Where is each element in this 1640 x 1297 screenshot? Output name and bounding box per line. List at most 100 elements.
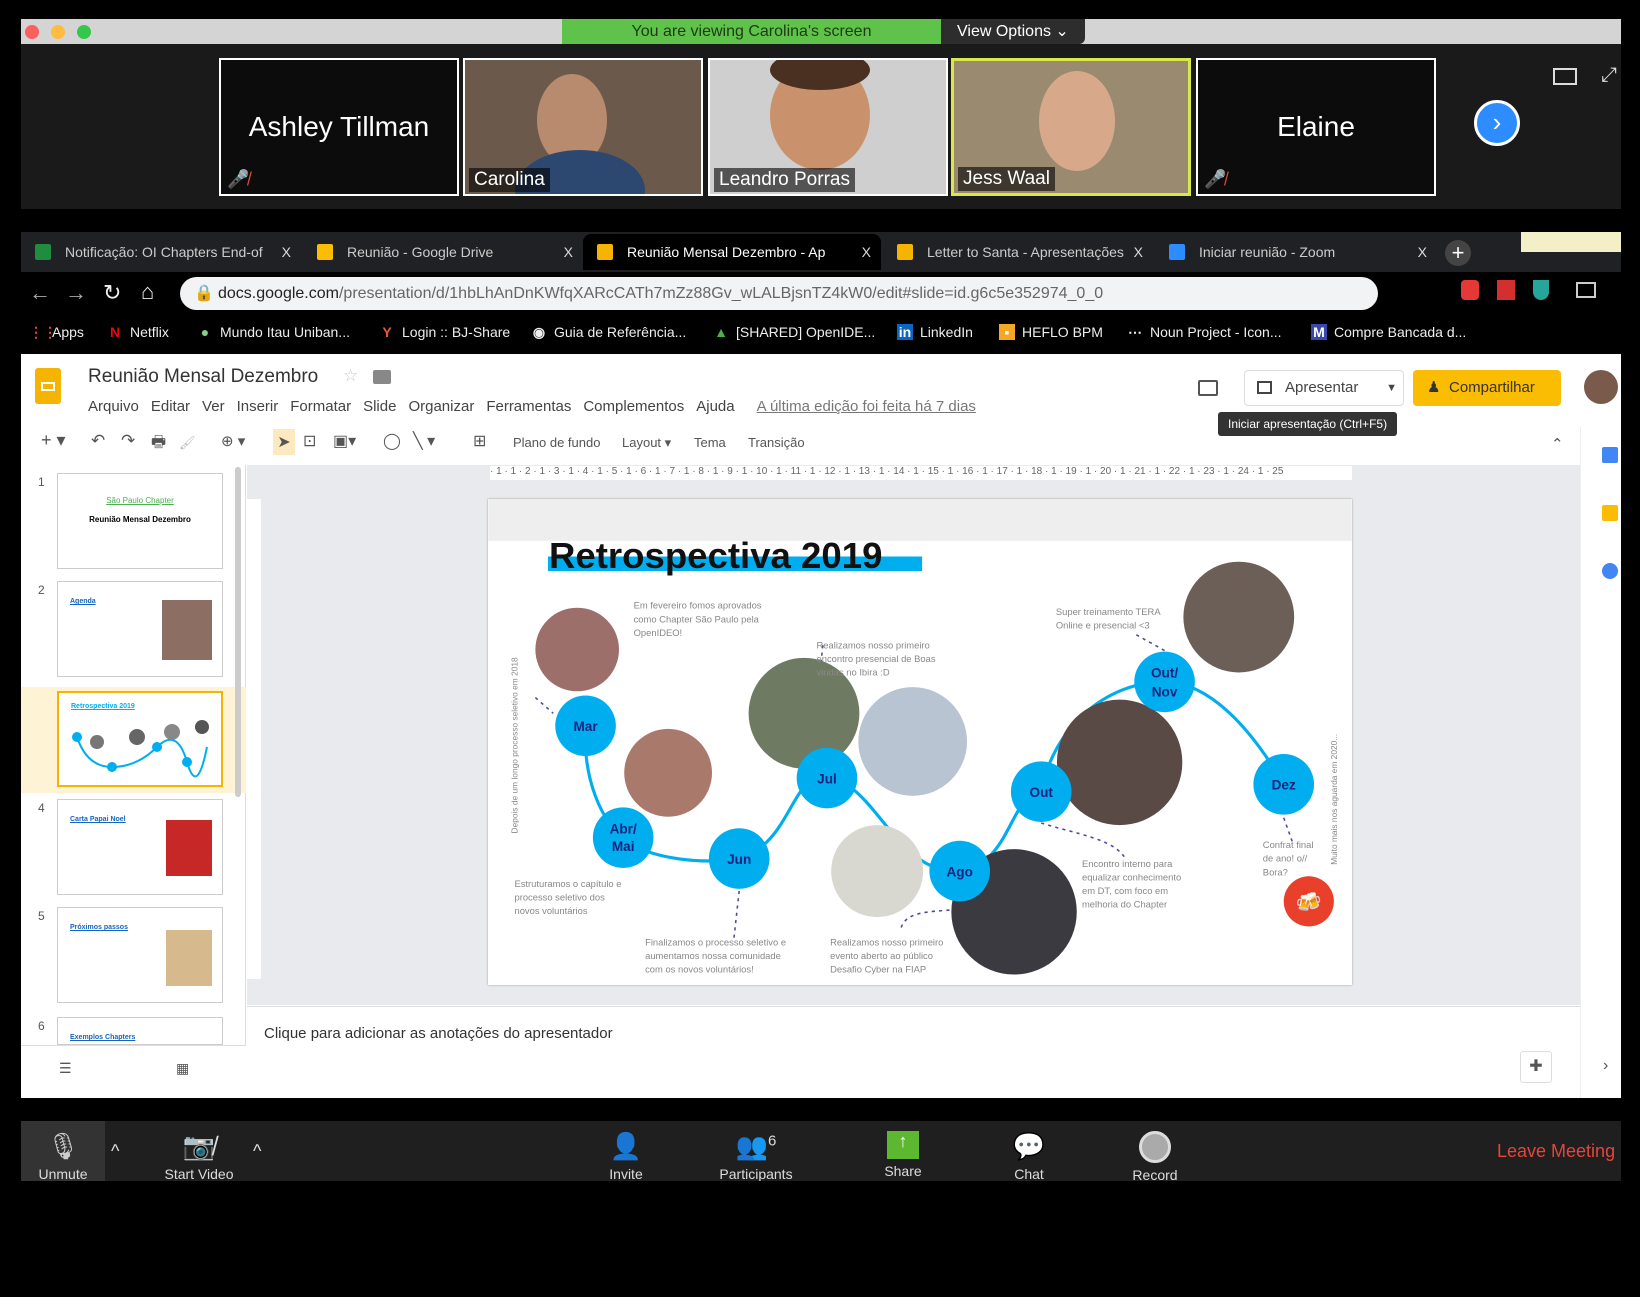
expand-panel-icon[interactable]: › (1603, 1057, 1608, 1075)
menu-ver[interactable]: Ver (202, 398, 225, 415)
bookmark-linkedin[interactable]: in LinkedIn (897, 324, 973, 340)
grid-view-icon[interactable]: ▦ (176, 1060, 189, 1077)
bookmark-itau[interactable]: ● Mundo Itau Uniban... (197, 324, 350, 340)
thumbnail-slide-2[interactable]: Agenda (57, 581, 223, 677)
participant-tile[interactable]: Carolina (463, 58, 703, 196)
unmute-button[interactable]: 🎙 Unmute (21, 1121, 105, 1182)
menu-ferramentas[interactable]: Ferramentas (486, 398, 571, 415)
share-screen-button[interactable]: ↑ Share (863, 1131, 943, 1179)
notes-placeholder[interactable]: Clique para adicionar as anotações do ap… (264, 1025, 613, 1042)
folder-icon[interactable] (373, 370, 391, 384)
maximize-window-button[interactable] (77, 25, 91, 39)
forward-icon[interactable]: → (65, 280, 87, 306)
thumbnail-slide-4[interactable]: Carta Papai Noel (57, 799, 223, 895)
menu-slide[interactable]: Slide (363, 398, 396, 415)
bookmark-noun-project[interactable]: ⋯ Noun Project - Icon... (1127, 324, 1282, 341)
gallery-view-icon[interactable] (1553, 68, 1577, 85)
tab-reuniao-mensal[interactable]: Reunião Mensal Dezembro - Ap X (583, 234, 881, 270)
tab-zoom[interactable]: Iniciar reunião - Zoom X (1155, 234, 1437, 270)
next-page-arrow-icon[interactable]: › (1474, 100, 1520, 146)
tasks-icon[interactable] (1602, 563, 1618, 579)
menu-organizar[interactable]: Organizar (408, 398, 474, 415)
leave-meeting-button[interactable]: Leave Meeting (1497, 1141, 1615, 1162)
paint-format-icon[interactable]: 🖌 (179, 435, 196, 451)
redo-icon[interactable]: ↷ (121, 431, 135, 451)
bookmark-heflo[interactable]: ▪ HEFLO BPM (999, 324, 1103, 340)
chat-button[interactable]: 💬 Chat (989, 1131, 1069, 1182)
start-video-button[interactable]: 📷̸ Start Video (149, 1131, 249, 1182)
extension-icon[interactable] (1533, 280, 1549, 300)
thumbnail-slide-5[interactable]: Próximos passos (57, 907, 223, 1003)
add-comment-icon[interactable]: ⊞ (473, 431, 486, 451)
list-view-icon[interactable]: ☰ (59, 1060, 72, 1077)
transition-button[interactable]: Transição (748, 435, 805, 450)
shape-icon[interactable]: ◯ (383, 431, 401, 451)
participants-button[interactable]: 👥6 Participants (701, 1131, 811, 1182)
filmstrip-scrollbar[interactable] (235, 467, 241, 797)
fullscreen-icon[interactable]: ⤢ (1601, 64, 1617, 87)
bookmark-apps[interactable]: ⋮⋮Apps (29, 324, 84, 341)
keep-icon[interactable] (1602, 505, 1618, 521)
speaker-notes[interactable]: Clique para adicionar as anotações do ap… (247, 1006, 1580, 1098)
tab-google-drive[interactable]: Reunião - Google Drive X (303, 234, 583, 270)
back-icon[interactable]: ← (29, 280, 51, 306)
close-tab-button[interactable]: X (282, 234, 291, 270)
bookmark-netflix[interactable]: N Netflix (107, 324, 169, 340)
new-slide-icon[interactable]: + ▾ (41, 430, 66, 451)
explore-button[interactable]: ✚ (1520, 1051, 1552, 1083)
image-icon[interactable]: ▣▾ (333, 431, 356, 451)
theme-button[interactable]: Tema (694, 435, 726, 450)
window-controls[interactable] (1521, 232, 1621, 252)
last-edit-link[interactable]: A última edição foi feita há 7 dias (757, 398, 976, 415)
line-icon[interactable]: ╲ ▾ (413, 431, 435, 451)
comments-icon[interactable] (1198, 380, 1218, 396)
document-title[interactable]: Reunião Mensal Dezembro (88, 366, 318, 388)
share-button[interactable]: ♟ Compartilhar (1413, 370, 1561, 406)
present-dropdown-icon[interactable]: ▼ (1386, 371, 1397, 405)
bookmark-guia[interactable]: ◉ Guia de Referência... (531, 324, 686, 341)
record-button[interactable]: Record (1115, 1131, 1195, 1183)
tab-notificacao[interactable]: Notificação: OI Chapters End-of X (21, 234, 301, 270)
thumbnail-slide-3-selected[interactable]: Retrospectiva 2019 (57, 691, 223, 787)
zoom-icon[interactable]: ⊕ ▾ (221, 432, 245, 450)
video-options-caret-icon[interactable]: ^ (253, 1141, 261, 1162)
print-icon[interactable]: 🖶 (151, 431, 166, 458)
slides-logo[interactable] (35, 368, 61, 404)
avatar[interactable] (1584, 370, 1618, 404)
collapse-icon[interactable]: ⌃ (1551, 435, 1564, 453)
background-button[interactable]: Plano de fundo (513, 435, 600, 450)
text-box-icon[interactable]: ⊡ (303, 431, 316, 451)
calendar-icon[interactable] (1602, 447, 1618, 463)
star-icon[interactable]: ☆ (343, 366, 358, 386)
close-tab-button[interactable]: X (862, 234, 871, 270)
participant-tile-active[interactable]: Jess Waal (951, 58, 1191, 196)
view-options-button[interactable]: View Options ⌄ (941, 19, 1085, 44)
layout-button[interactable]: Layout ▾ (622, 435, 671, 451)
extension-icon[interactable] (1461, 280, 1479, 300)
select-icon[interactable]: ➤ (273, 429, 295, 455)
bookmark-bancada[interactable]: M Compre Bancada d... (1311, 324, 1466, 340)
menu-editar[interactable]: Editar (151, 398, 190, 415)
reload-icon[interactable]: ↻ (103, 280, 121, 306)
present-button[interactable]: Apresentar ▼ (1244, 370, 1404, 406)
menu-complementos[interactable]: Complementos (583, 398, 684, 415)
tab-letter-to-santa[interactable]: Letter to Santa - Apresentações X (883, 234, 1153, 270)
audio-options-caret-icon[interactable]: ^ (111, 1141, 119, 1162)
bookmark-bj-share[interactable]: Y Login :: BJ-Share (379, 324, 510, 340)
close-tab-button[interactable]: X (1134, 234, 1143, 270)
menu-arquivo[interactable]: Arquivo (88, 398, 139, 415)
participant-tile[interactable]: Ashley Tillman 🎤̸ (219, 58, 459, 196)
participant-tile[interactable]: Elaine 🎤̸ (1196, 58, 1436, 196)
close-window-button[interactable] (25, 25, 39, 39)
undo-icon[interactable]: ↶ (91, 431, 105, 451)
menu-ajuda[interactable]: Ajuda (696, 398, 734, 415)
thumbnail-slide-1[interactable]: São Paulo Chapter Reunião Mensal Dezembro (57, 473, 223, 569)
cast-icon[interactable] (1576, 282, 1596, 298)
menu-formatar[interactable]: Formatar (290, 398, 351, 415)
minimize-window-button[interactable] (51, 25, 65, 39)
new-tab-button[interactable]: + (1445, 240, 1471, 266)
menu-inserir[interactable]: Inserir (237, 398, 279, 415)
url-bar[interactable]: 🔒 docs.google.com/presentation/d/1hbLhAnD… (180, 277, 1378, 310)
bookmark-shared-openideo[interactable]: ▲ [SHARED] OpenIDE... (713, 324, 875, 340)
thumbnail-slide-6[interactable]: Exemplos Chapters (57, 1017, 223, 1045)
